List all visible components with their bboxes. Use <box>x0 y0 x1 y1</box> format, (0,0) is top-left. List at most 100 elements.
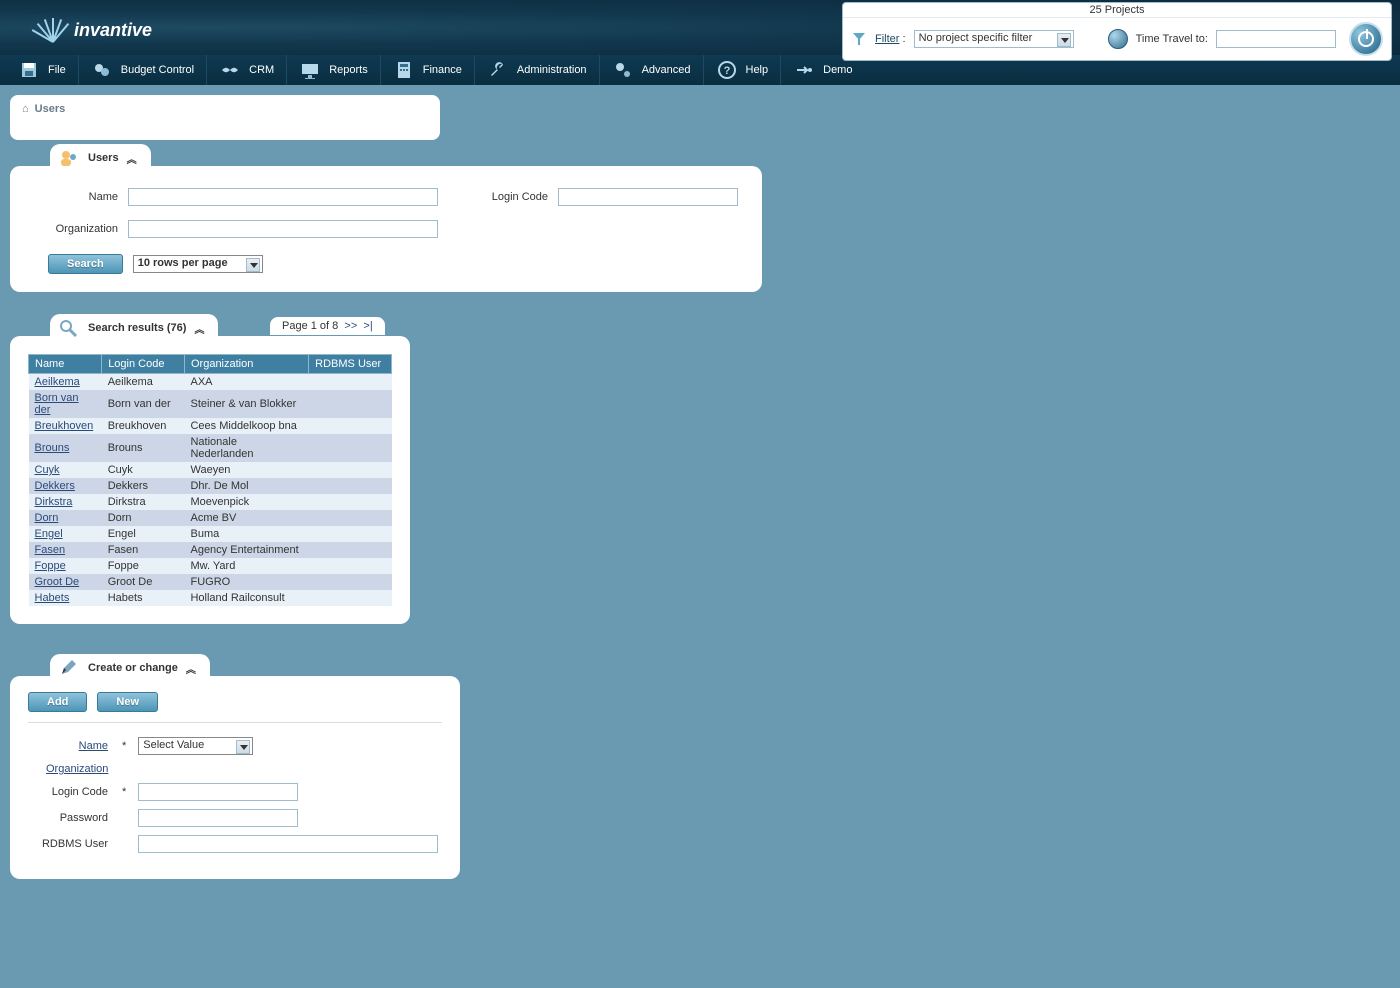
row-name-link[interactable]: Born van der <box>29 390 102 418</box>
row-org: Buma <box>184 526 308 542</box>
row-org: Holland Railconsult <box>184 590 308 606</box>
row-login: Fasen <box>102 542 185 558</box>
row-org: Agency Entertainment <box>184 542 308 558</box>
table-row: FasenFasenAgency Entertainment <box>29 542 392 558</box>
projects-count[interactable]: 25 Projects <box>843 3 1391 18</box>
table-row: Groot DeGroot DeFUGRO <box>29 574 392 590</box>
search-results-panel: Search results (76) ︽ Page 1 of 8 >> >| … <box>10 336 410 624</box>
row-name-link[interactable]: Aeilkema <box>29 374 102 391</box>
row-name-link[interactable]: Fasen <box>29 542 102 558</box>
collapse-icon[interactable]: ︽ <box>127 151 137 166</box>
row-org: Dhr. De Mol <box>184 478 308 494</box>
row-name-link[interactable]: Breukhoven <box>29 418 102 434</box>
pager-next[interactable]: >> <box>344 320 357 332</box>
table-row: DirkstraDirkstraMoevenpick <box>29 494 392 510</box>
home-icon[interactable]: ⌂ <box>22 103 29 115</box>
create-organization-label[interactable]: Organization <box>46 763 108 775</box>
row-name-link[interactable]: Habets <box>29 590 102 606</box>
col-login[interactable]: Login Code <box>102 355 185 374</box>
search-button[interactable]: Search <box>48 254 123 274</box>
row-login: Brouns <box>102 434 185 462</box>
table-row: AeilkemaAeilkemaAXA <box>29 374 392 391</box>
pager-last[interactable]: >| <box>363 320 372 332</box>
menu-crm[interactable]: CRM <box>207 55 287 85</box>
menu-help[interactable]: ? Help <box>704 55 782 85</box>
row-login: Aeilkema <box>102 374 185 391</box>
name-input[interactable] <box>128 188 438 206</box>
table-row: DekkersDekkersDhr. De Mol <box>29 478 392 494</box>
col-org[interactable]: Organization <box>184 355 308 374</box>
users-search-panel: Users ︽ Name Login Code Organization Sea… <box>10 166 762 292</box>
add-button[interactable]: Add <box>28 692 87 712</box>
row-name-link[interactable]: Foppe <box>29 558 102 574</box>
budget-icon <box>91 60 113 80</box>
globe-icon <box>1108 29 1128 49</box>
row-rdbms <box>309 418 392 434</box>
top-filter-panel: 25 Projects Filter : No project specific… <box>842 2 1392 61</box>
menu-file[interactable]: File <box>6 55 79 85</box>
row-login: Engel <box>102 526 185 542</box>
users-panel-tab[interactable]: Users ︽ <box>50 144 151 172</box>
row-login: Dorn <box>102 510 185 526</box>
col-name[interactable]: Name <box>29 355 102 374</box>
row-name-link[interactable]: Engel <box>29 526 102 542</box>
row-org: AXA <box>184 374 308 391</box>
collapse-icon[interactable]: ︽ <box>194 321 204 336</box>
logo: invantive <box>30 10 152 50</box>
row-org: Mw. Yard <box>184 558 308 574</box>
table-row: HabetsHabetsHolland Railconsult <box>29 590 392 606</box>
menu-administration[interactable]: Administration <box>475 55 600 85</box>
menu-reports[interactable]: Reports <box>287 55 381 85</box>
row-name-link[interactable]: Dekkers <box>29 478 102 494</box>
row-name-link[interactable]: Dirkstra <box>29 494 102 510</box>
help-icon: ? <box>716 60 738 80</box>
create-name-select[interactable]: Select Value <box>138 737 253 755</box>
results-panel-tab[interactable]: Search results (76) ︽ <box>50 314 218 342</box>
create-rdbms-input[interactable] <box>138 835 438 853</box>
col-rdbms[interactable]: RDBMS User <box>309 355 392 374</box>
create-password-input[interactable] <box>138 809 298 827</box>
filter-icon <box>851 31 867 47</box>
results-table: Name Login Code Organization RDBMS User … <box>28 354 392 606</box>
menu-finance[interactable]: Finance <box>381 55 475 85</box>
handshake-icon <box>219 60 241 80</box>
logout-button[interactable] <box>1349 22 1383 56</box>
create-panel-tab[interactable]: Create or change ︽ <box>50 654 210 682</box>
row-rdbms <box>309 526 392 542</box>
menu-advanced[interactable]: Advanced <box>600 55 704 85</box>
collapse-icon[interactable]: ︽ <box>186 661 196 676</box>
row-login: Breukhoven <box>102 418 185 434</box>
row-rdbms <box>309 510 392 526</box>
rows-per-page-select[interactable]: 10 rows per page <box>133 255 263 273</box>
row-org: Waeyen <box>184 462 308 478</box>
table-row: BrounsBrounsNationale Nederlanden <box>29 434 392 462</box>
filter-label[interactable]: Filter : <box>875 33 906 45</box>
create-password-label: Password <box>28 812 108 824</box>
login-code-input[interactable] <box>558 188 738 206</box>
row-org: FUGRO <box>184 574 308 590</box>
table-row: DornDornAcme BV <box>29 510 392 526</box>
create-name-label[interactable]: Name <box>28 740 108 752</box>
row-org: Acme BV <box>184 510 308 526</box>
project-filter-select[interactable]: No project specific filter <box>914 30 1074 48</box>
time-travel-input[interactable] <box>1216 30 1336 48</box>
row-org: Cees Middelkoop bna <box>184 418 308 434</box>
svg-text:?: ? <box>723 65 730 77</box>
row-name-link[interactable]: Dorn <box>29 510 102 526</box>
row-name-link[interactable]: Groot De <box>29 574 102 590</box>
row-org: Nationale Nederlanden <box>184 434 308 462</box>
breadcrumb-title[interactable]: Users <box>35 103 66 115</box>
row-org: Steiner & van Blokker <box>184 390 308 418</box>
save-icon <box>18 60 40 80</box>
create-login-code-input[interactable] <box>138 783 298 801</box>
organization-input[interactable] <box>128 220 438 238</box>
new-button[interactable]: New <box>97 692 158 712</box>
row-rdbms <box>309 558 392 574</box>
row-name-link[interactable]: Brouns <box>29 434 102 462</box>
row-name-link[interactable]: Cuyk <box>29 462 102 478</box>
menu-budget-control[interactable]: Budget Control <box>79 55 207 85</box>
row-rdbms <box>309 478 392 494</box>
organization-label: Organization <box>28 223 118 235</box>
login-code-label: Login Code <box>448 191 548 203</box>
results-pager: Page 1 of 8 >> >| <box>270 317 385 335</box>
